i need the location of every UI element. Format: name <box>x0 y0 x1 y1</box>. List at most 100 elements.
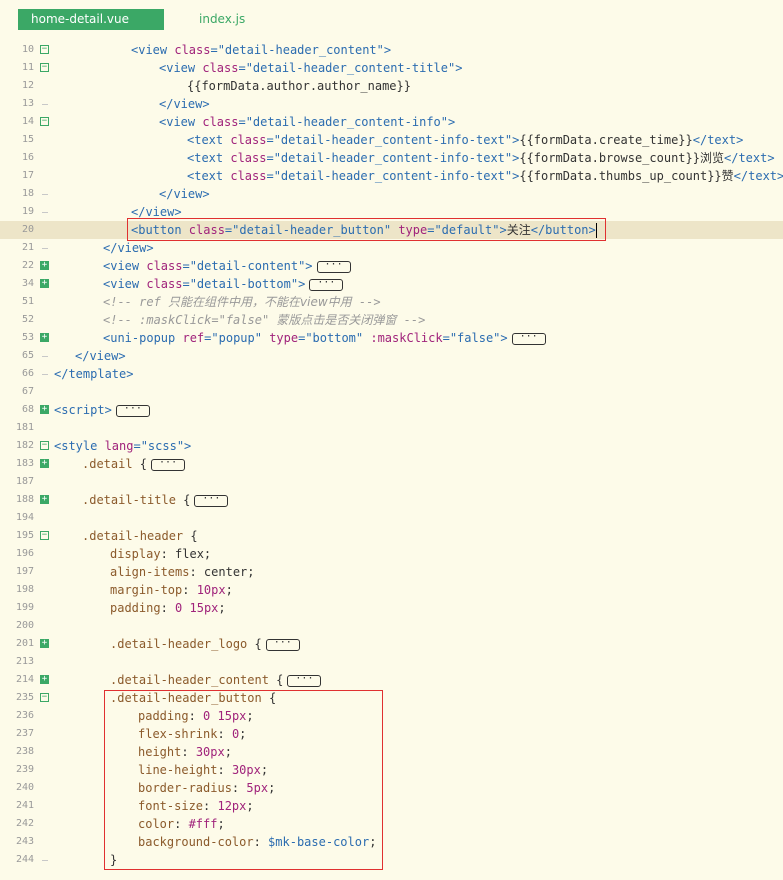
fold-collapse-icon[interactable]: − <box>40 45 49 54</box>
line-number: 197 <box>15 566 34 577</box>
fold-collapse-icon[interactable]: − <box>40 441 49 450</box>
folded-code-ellipsis[interactable]: ··· <box>265 637 300 651</box>
code-token: { <box>139 457 148 471</box>
code-line[interactable]: 51 <!-- ref 只能在组件中用，不能在view中用 --> <box>0 293 783 311</box>
fold-expand-icon[interactable]: + <box>40 279 49 288</box>
line-number: 196 <box>15 548 34 559</box>
code-line[interactable]: 53 + <uni-popup ref="popup" type="bottom" … <box>0 329 783 347</box>
folded-code-ellipsis[interactable]: ··· <box>309 277 344 291</box>
code-line[interactable]: 235− .detail-header_button { <box>0 689 783 707</box>
code-line[interactable]: 15 <text class="detail-header_content-inf… <box>0 131 783 149</box>
code-line[interactable]: 242 color: #fff; <box>0 815 783 833</box>
fold-expand-icon[interactable]: + <box>40 459 49 468</box>
line-number: 243 <box>15 836 34 847</box>
fold-expand-icon[interactable]: + <box>40 495 49 504</box>
code-line[interactable]: 199 padding: 0 15px; <box>0 599 783 617</box>
code-token: </text> <box>724 151 775 165</box>
tab-index-js[interactable]: index.js <box>186 9 258 30</box>
fold-end-marker <box>42 356 48 357</box>
fold-collapse-icon[interactable]: − <box>40 531 49 540</box>
code-line[interactable]: 68 + <script> ··· <box>0 401 783 419</box>
folded-code-ellipsis[interactable]: ··· <box>194 493 229 507</box>
fold-expand-icon[interactable]: + <box>40 405 49 414</box>
code-line[interactable]: 241 font-size: 12px; <box>0 797 783 815</box>
line-number: 238 <box>15 746 34 757</box>
line-number: 21 <box>21 242 34 253</box>
code-line[interactable]: 188 + .detail-title {··· <box>0 491 783 509</box>
code-line[interactable]: 10− <view class="detail-header_content"> <box>0 41 783 59</box>
folded-code-ellipsis[interactable]: ··· <box>511 331 546 345</box>
fold-collapse-icon[interactable]: − <box>40 63 49 72</box>
code-line[interactable]: 20 <button class="detail-header_button" t… <box>0 221 783 239</box>
code-token: padding <box>138 709 189 723</box>
code-line[interactable]: 65 </view> <box>0 347 783 365</box>
code-line[interactable]: 200 <box>0 617 783 635</box>
tab-home-detail-vue[interactable]: home-detail.vue <box>18 9 164 30</box>
code-token: </view> <box>159 187 210 201</box>
code-line[interactable]: 187 <box>0 473 783 491</box>
folded-code-ellipsis[interactable]: ··· <box>287 673 322 687</box>
code-token: :maskClick <box>370 331 443 345</box>
code-line[interactable]: 66 </template> <box>0 365 783 383</box>
code-line[interactable]: 195− .detail-header { <box>0 527 783 545</box>
code-line[interactable]: 181 <box>0 419 783 437</box>
code-token: .detail-header_logo <box>110 637 255 651</box>
code-token: </text> <box>692 133 744 147</box>
code-line[interactable]: 21 </view> <box>0 239 783 257</box>
code-line[interactable]: 14− <view class="detail-header_content-in… <box>0 113 783 131</box>
code-token: font-size <box>138 799 204 813</box>
code-line[interactable]: 17 <text class="detail-header_content-inf… <box>0 167 783 185</box>
code-token: <button <box>131 223 189 237</box>
code-line[interactable]: 183 + .detail {··· <box>0 455 783 473</box>
fold-expand-icon[interactable]: + <box>40 675 49 684</box>
code-token: flex-shrink <box>138 727 218 741</box>
code-token: <style <box>54 439 105 453</box>
code-line[interactable]: 196 display: flex; <box>0 545 783 563</box>
code-line[interactable]: 52 <!-- :maskClick="false" 蒙版点击是否关闭弹窗 --> <box>0 311 783 329</box>
code-line[interactable]: 19 </view> <box>0 203 783 221</box>
line-number: 11 <box>21 62 34 73</box>
code-line[interactable]: 194 <box>0 509 783 527</box>
code-line[interactable]: 237 flex-shrink: 0; <box>0 725 783 743</box>
folded-code-ellipsis[interactable]: ··· <box>115 403 150 417</box>
code-line[interactable]: 11− <view class="detail-header_content-ti… <box>0 59 783 77</box>
code-line[interactable]: 22 + <view class="detail-content"> ··· <box>0 257 783 275</box>
code-text: height: 30px; <box>138 743 232 761</box>
line-number: 240 <box>15 782 34 793</box>
code-line[interactable]: 13 </view> <box>0 95 783 113</box>
code-token: {{formData.browse_count}} <box>519 151 700 165</box>
code-line[interactable]: 214 + .detail-header_content {··· <box>0 671 783 689</box>
fold-expand-icon[interactable]: + <box>40 639 49 648</box>
code-text: .detail-header { <box>82 527 198 545</box>
code-editor[interactable]: 10− <view class="detail-header_content"> 1… <box>0 41 783 869</box>
code-line[interactable]: 240 border-radius: 5px; <box>0 779 783 797</box>
code-line[interactable]: 239 line-height: 30px; <box>0 761 783 779</box>
code-line[interactable]: 34 + <view class="detail-bottom"> ··· <box>0 275 783 293</box>
fold-collapse-icon[interactable]: − <box>40 117 49 126</box>
folded-code-ellipsis[interactable]: ··· <box>151 457 186 471</box>
code-token: : flex; <box>160 547 212 561</box>
code-line[interactable]: 16 <text class="detail-header_content-inf… <box>0 149 783 167</box>
code-text: line-height: 30px; <box>138 761 268 779</box>
code-token: ="bottom" <box>298 331 371 345</box>
code-token: ; <box>239 727 247 741</box>
fold-expand-icon[interactable]: + <box>40 333 49 342</box>
fold-expand-icon[interactable]: + <box>40 261 49 270</box>
code-line[interactable]: 67 <box>0 383 783 401</box>
code-line[interactable]: 197 align-items: center; <box>0 563 783 581</box>
code-line[interactable]: 12 {{formData.author.author_name}} <box>0 77 783 95</box>
code-line[interactable]: 244} <box>0 851 783 869</box>
code-line[interactable]: 243 background-color: $mk-base-color; <box>0 833 783 851</box>
line-number: 214 <box>15 674 34 685</box>
line-number: 194 <box>15 512 34 523</box>
code-line[interactable]: 238 height: 30px; <box>0 743 783 761</box>
fold-collapse-icon[interactable]: − <box>40 693 49 702</box>
code-line[interactable]: 18 </view> <box>0 185 783 203</box>
code-line[interactable]: 198 margin-top: 10px; <box>0 581 783 599</box>
code-line[interactable]: 236 padding: 0 15px; <box>0 707 783 725</box>
code-token: class <box>188 223 225 237</box>
code-line[interactable]: 201 + .detail-header_logo {··· <box>0 635 783 653</box>
folded-code-ellipsis[interactable]: ··· <box>316 259 351 273</box>
code-line[interactable]: 213 <box>0 653 783 671</box>
code-line[interactable]: 182− <style lang="scss"> <box>0 437 783 455</box>
